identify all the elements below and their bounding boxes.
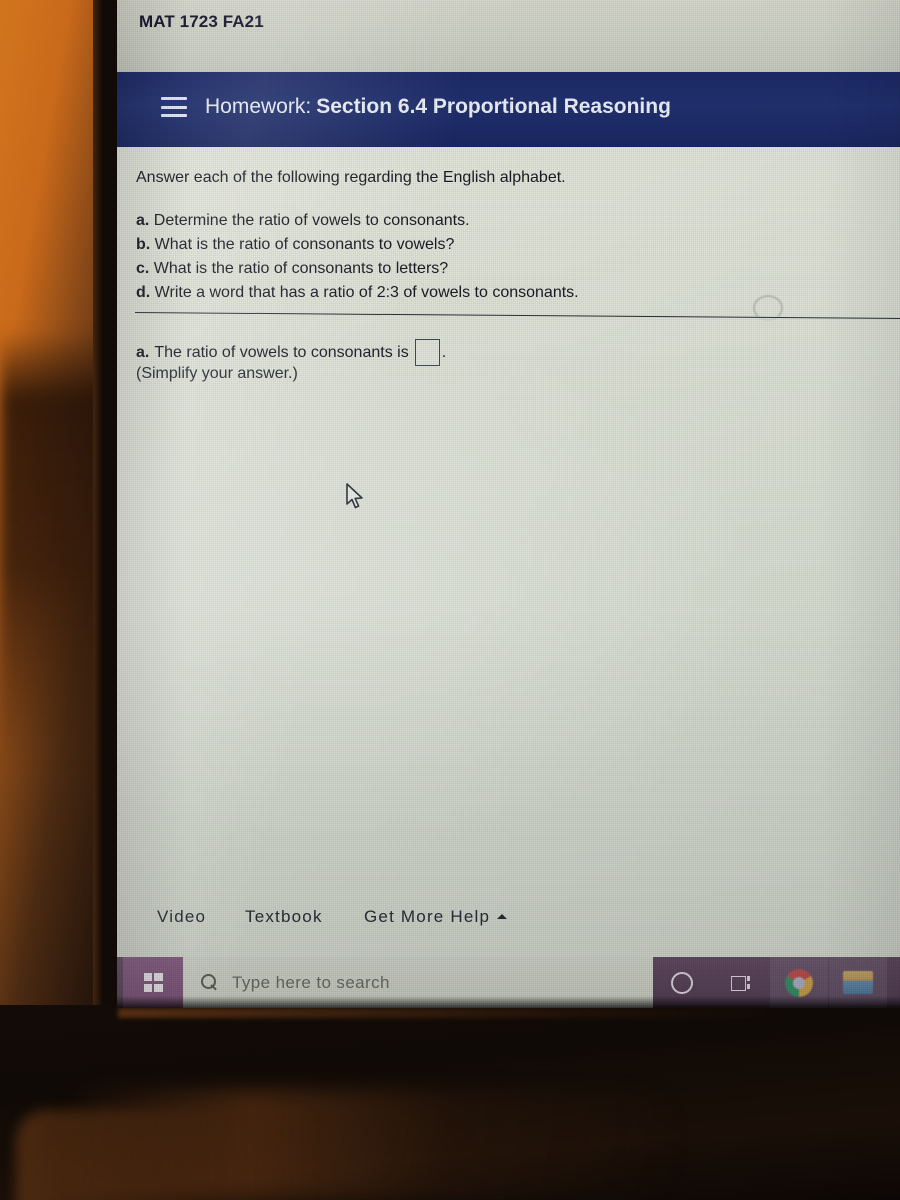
- app-header-bar: Homework: Section 6.4 Proportional Reason…: [117, 72, 900, 147]
- part-text-b: What is the ratio of consonants to vowel…: [154, 236, 455, 253]
- win-pane: [143, 983, 152, 992]
- hamburger-line: [161, 105, 187, 109]
- question-part-a: a. Determine the ratio of vowels to cons…: [136, 209, 579, 233]
- chrome-glyph: [785, 968, 813, 997]
- cortana-ring-glyph: [671, 971, 693, 994]
- search-handle: [210, 984, 217, 991]
- browser-tab-title[interactable]: MAT 1723 FA21: [139, 12, 264, 32]
- wall-shadow: [0, 330, 108, 760]
- answer-input-box[interactable]: [414, 339, 440, 366]
- question-parts-list: a. Determine the ratio of vowels to cons…: [136, 209, 579, 305]
- part-text-d: Write a word that has a ratio of 2:3 of …: [154, 284, 579, 301]
- win-pane: [143, 973, 152, 982]
- caret-up-icon: [497, 914, 508, 919]
- desk-surface-highlight: [16, 1110, 316, 1200]
- task-view-bar: [747, 975, 750, 981]
- mouse-arrow-cursor: [345, 483, 365, 516]
- part-letter-c: c.: [136, 260, 150, 277]
- get-more-help-button[interactable]: Get More Help: [364, 907, 508, 927]
- homework-label: Homework:: [205, 95, 312, 118]
- photo-of-laptop-screen: MAT 1723 FA21 Homework: Section 6.4 Propo…: [0, 0, 900, 1200]
- question-intro-text: Answer each of the following regarding t…: [136, 169, 566, 186]
- folder-glyph: [843, 971, 873, 994]
- task-view-glyph: [730, 975, 750, 991]
- browser-title-bar: MAT 1723 FA21: [117, 0, 900, 72]
- bezel-edge-highlight: [93, 0, 103, 1012]
- laptop-screen: MAT 1723 FA21 Homework: Section 6.4 Propo…: [117, 0, 900, 1008]
- windows-logo-glyph: [143, 973, 163, 992]
- question-part-c: c. What is the ratio of consonants to le…: [136, 257, 579, 281]
- part-text-c: What is the ratio of consonants to lette…: [153, 260, 449, 277]
- help-toolbar: Video Textbook Get More Help: [117, 899, 900, 957]
- question-part-d: d. Write a word that has a ratio of 2:3 …: [136, 281, 579, 305]
- part-text-a: Determine the ratio of vowels to consona…: [153, 212, 470, 229]
- assignment-name: Section 6.4 Proportional Reasoning: [316, 95, 671, 118]
- answer-prompt-row: a. The ratio of vowels to consonants is …: [136, 339, 446, 366]
- search-icon: [201, 974, 218, 991]
- answer-prompt-text: The ratio of vowels to consonants is: [154, 343, 409, 361]
- hamburger-menu-icon[interactable]: [161, 97, 187, 117]
- laptop-base-edge-highlight: [118, 1008, 778, 1018]
- screen-bottom-shadow: [117, 996, 900, 1008]
- textbook-button[interactable]: Textbook: [245, 907, 323, 927]
- answer-part-letter: a.: [136, 343, 150, 361]
- win-pane: [154, 983, 163, 992]
- answer-hint-text: (Simplify your answer.): [136, 365, 298, 382]
- section-divider: [134, 312, 900, 320]
- hamburger-line: [161, 114, 187, 117]
- answer-trailing-period: .: [441, 343, 447, 361]
- question-part-b: b. What is the ratio of consonants to vo…: [136, 233, 579, 257]
- part-letter-b: b.: [136, 236, 151, 253]
- question-content-area: Answer each of the following regarding t…: [117, 147, 900, 957]
- screen-smudge-mark: [753, 295, 783, 321]
- win-pane: [154, 973, 163, 982]
- hamburger-line: [161, 97, 187, 100]
- video-button[interactable]: Video: [157, 907, 206, 927]
- task-view-box: [731, 975, 746, 991]
- part-letter-a: a.: [136, 212, 150, 229]
- part-letter-d: d.: [136, 284, 151, 301]
- get-more-help-label: Get More Help: [364, 907, 491, 926]
- task-view-bar: [747, 983, 750, 989]
- search-placeholder-text: Type here to search: [232, 972, 390, 992]
- assignment-title: Homework: Section 6.4 Proportional Reason…: [205, 95, 671, 119]
